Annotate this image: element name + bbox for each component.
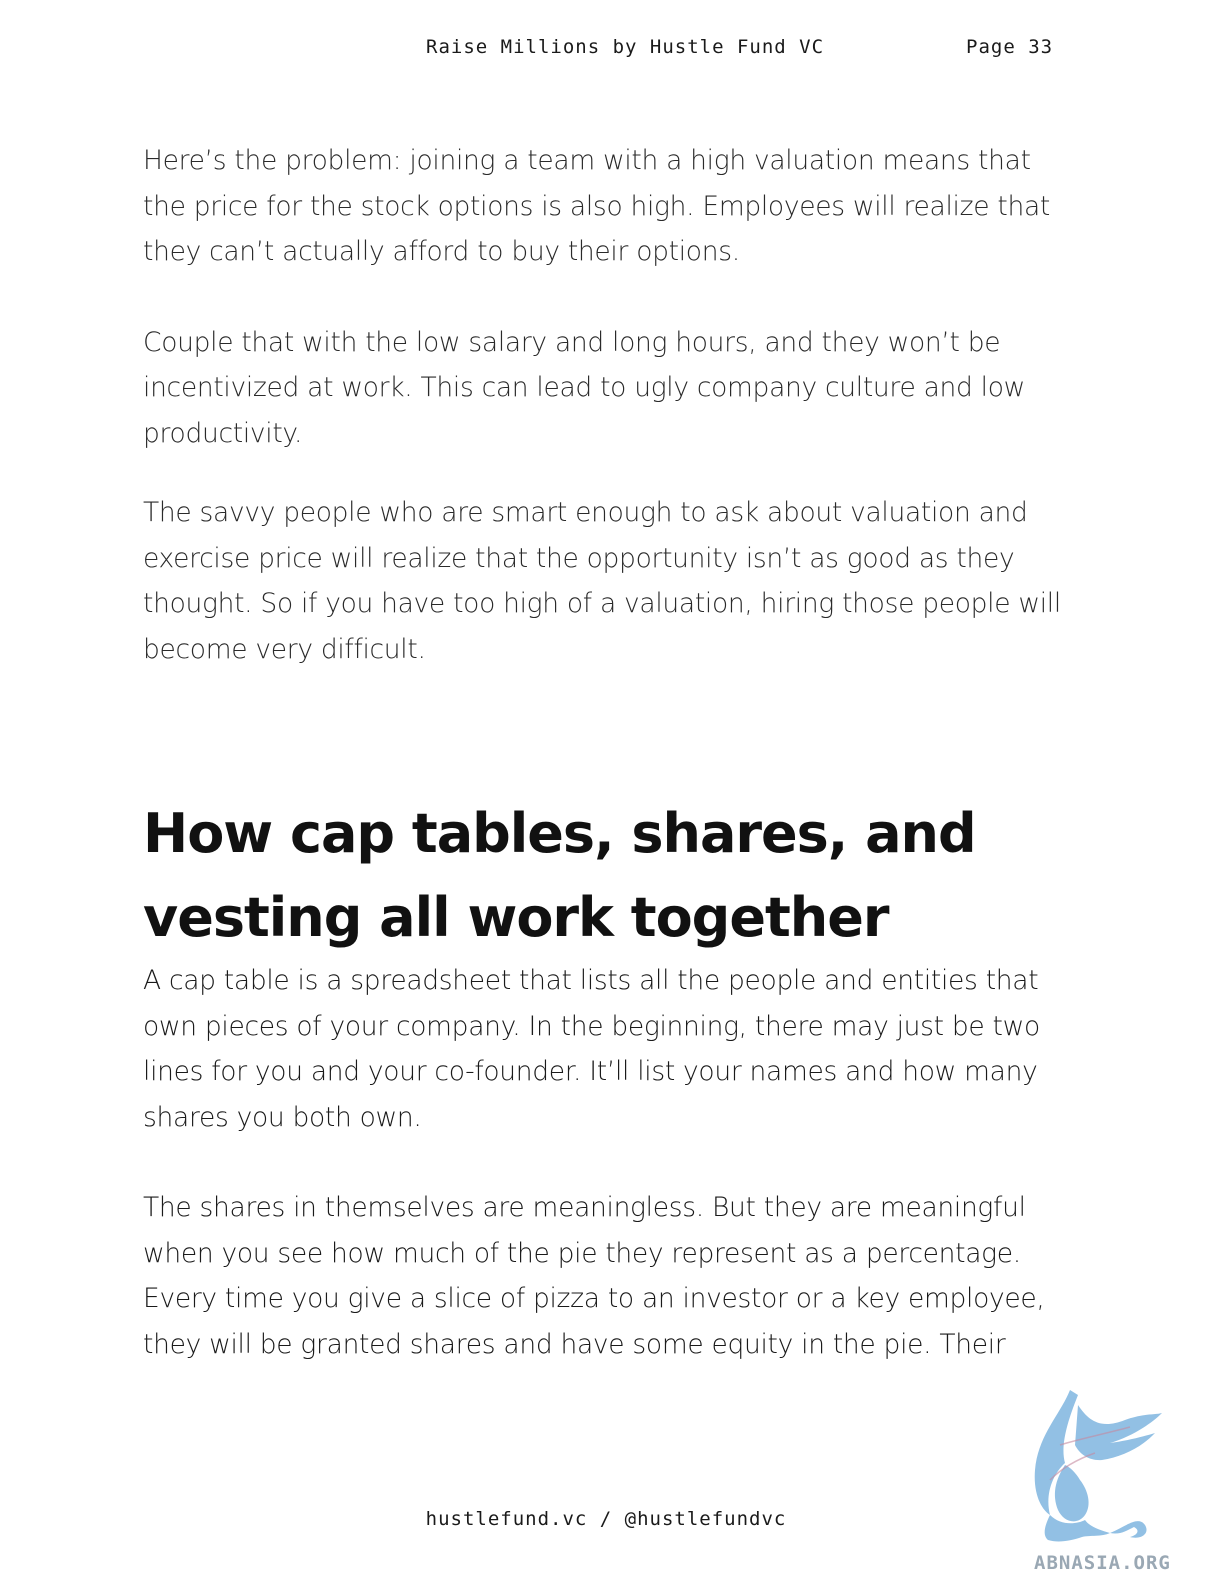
page-content: Here’s the problem: joining a team with … (143, 138, 1073, 1367)
book-title: Raise Millions by Hustle Fund VC (426, 36, 825, 58)
watermark-text: ABNASIA.ORG (1034, 1552, 1171, 1574)
footer-links: hustlefund.vc / @hustlefundvc (425, 1508, 787, 1530)
paragraph: The shares in themselves are meaningless… (143, 1192, 1045, 1360)
paragraph: The savvy people who are smart enough to… (143, 497, 1061, 665)
griffin-logo-icon: ABNASIA.ORG (1034, 1390, 1171, 1574)
paragraph: Here’s the problem: joining a team with … (143, 145, 1050, 267)
section-heading: How cap tables, shares, and vesting all … (143, 802, 977, 949)
page-number: Page 33 (966, 36, 1054, 58)
watermark: ABNASIA.ORG (1030, 1385, 1210, 1575)
paragraph: A cap table is a spreadsheet that lists … (143, 965, 1040, 1133)
page-header: Raise Millions by Hustle Fund VC Page 33 (0, 36, 1224, 64)
paragraph: Couple that with the low salary and long… (143, 326, 1026, 449)
